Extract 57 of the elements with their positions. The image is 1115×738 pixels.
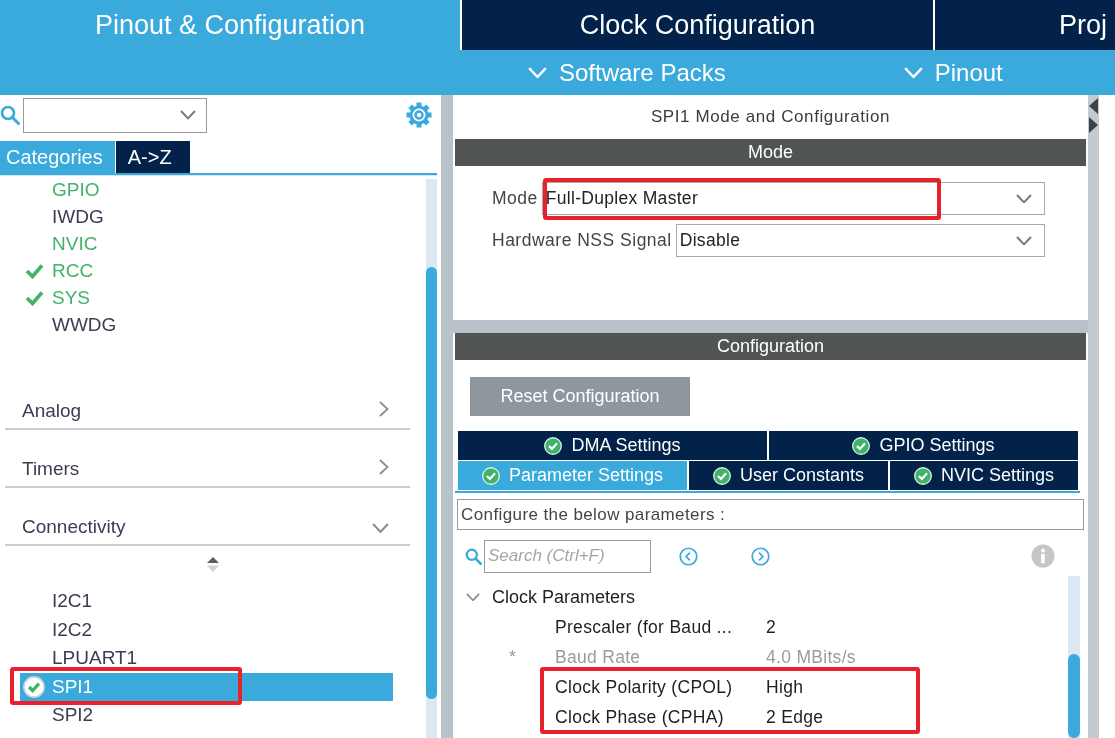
peripheral-item[interactable]: LPUART1 bbox=[20, 644, 393, 673]
param-name: Clock Phase (CPHA) bbox=[555, 706, 725, 728]
search-icon[interactable] bbox=[0, 105, 20, 125]
dropdown-select[interactable]: Disable bbox=[675, 224, 1045, 257]
settings-tab[interactable]: User Constants bbox=[689, 461, 888, 490]
param-value[interactable]: 2 Edge bbox=[766, 706, 824, 728]
chevron-down-icon bbox=[1016, 235, 1032, 246]
field-label: Hardware NSS Signal bbox=[492, 230, 672, 251]
section-header: Mode bbox=[455, 139, 1086, 166]
param-value[interactable]: 2 bbox=[766, 616, 777, 638]
search-combobox[interactable] bbox=[23, 97, 207, 133]
check-circle-icon bbox=[852, 436, 871, 455]
top-tab[interactable]: Clock Configuration bbox=[462, 0, 933, 50]
chevron-down-icon bbox=[528, 66, 547, 79]
settings-tab[interactable]: GPIO Settings bbox=[769, 431, 1078, 460]
param-value[interactable]: High bbox=[766, 676, 804, 698]
category-header[interactable]: Connectivity bbox=[5, 488, 410, 546]
top-tab[interactable]: Proj bbox=[935, 0, 1115, 50]
chevron-left-circle-icon[interactable] bbox=[679, 546, 698, 566]
peripheral-item[interactable]: I2C1 bbox=[20, 587, 393, 616]
search-icon[interactable] bbox=[465, 547, 482, 565]
asterisk-mark: * bbox=[509, 646, 516, 668]
info-icon[interactable] bbox=[1031, 544, 1055, 568]
settings-icon[interactable] bbox=[406, 102, 432, 128]
settings-tab[interactable]: DMA Settings bbox=[458, 431, 767, 460]
chevron-down-icon bbox=[180, 110, 196, 120]
param-name: Prescaler (for Baud ... bbox=[555, 616, 734, 638]
category-header[interactable]: Analog bbox=[5, 372, 410, 430]
param-name: Clock Polarity (CPOL) bbox=[555, 676, 734, 698]
check-circle-icon bbox=[914, 466, 932, 485]
panel-title: SPI1 Mode and Configuration bbox=[649, 106, 892, 128]
peripheral-item[interactable]: SPI2 bbox=[20, 701, 393, 730]
category-header[interactable]: Timers bbox=[5, 430, 410, 488]
peripheral-item[interactable]: IWDG bbox=[20, 203, 393, 230]
param-value: 4.0 MBits/s bbox=[766, 646, 856, 668]
check-circle-icon bbox=[544, 436, 563, 455]
field-label: Mode bbox=[492, 188, 538, 209]
chevron-down-icon bbox=[1016, 193, 1032, 204]
scrollbar-thumb[interactable] bbox=[426, 267, 437, 699]
tree-group[interactable]: Clock Parameters bbox=[453, 582, 636, 612]
dropdown-select[interactable]: Full-Duplex Master bbox=[541, 182, 1045, 215]
check-circle-icon bbox=[713, 466, 731, 485]
peripheral-item[interactable]: I2C2 bbox=[20, 615, 393, 644]
search-field[interactable]: Search (Ctrl+F) bbox=[484, 539, 651, 573]
instruction-text: Configure the below parameters : bbox=[457, 499, 1084, 530]
peripheral-item[interactable]: WWDG bbox=[20, 311, 393, 338]
settings-tab[interactable]: NVIC Settings bbox=[890, 461, 1078, 490]
chevron-right-circle-icon[interactable] bbox=[751, 546, 770, 566]
chevron-down-icon bbox=[903, 66, 923, 79]
up-down-arrow-icon[interactable] bbox=[206, 556, 220, 573]
triangle-left-icon[interactable] bbox=[1089, 98, 1098, 114]
scrollbar-thumb[interactable] bbox=[1068, 654, 1080, 738]
view-tab[interactable]: A->Z bbox=[115, 141, 190, 173]
check-circle-icon bbox=[481, 466, 500, 485]
section-header: Configuration bbox=[455, 333, 1086, 360]
param-name: Baud Rate bbox=[555, 646, 642, 668]
triangle-right-icon[interactable] bbox=[1089, 117, 1098, 133]
